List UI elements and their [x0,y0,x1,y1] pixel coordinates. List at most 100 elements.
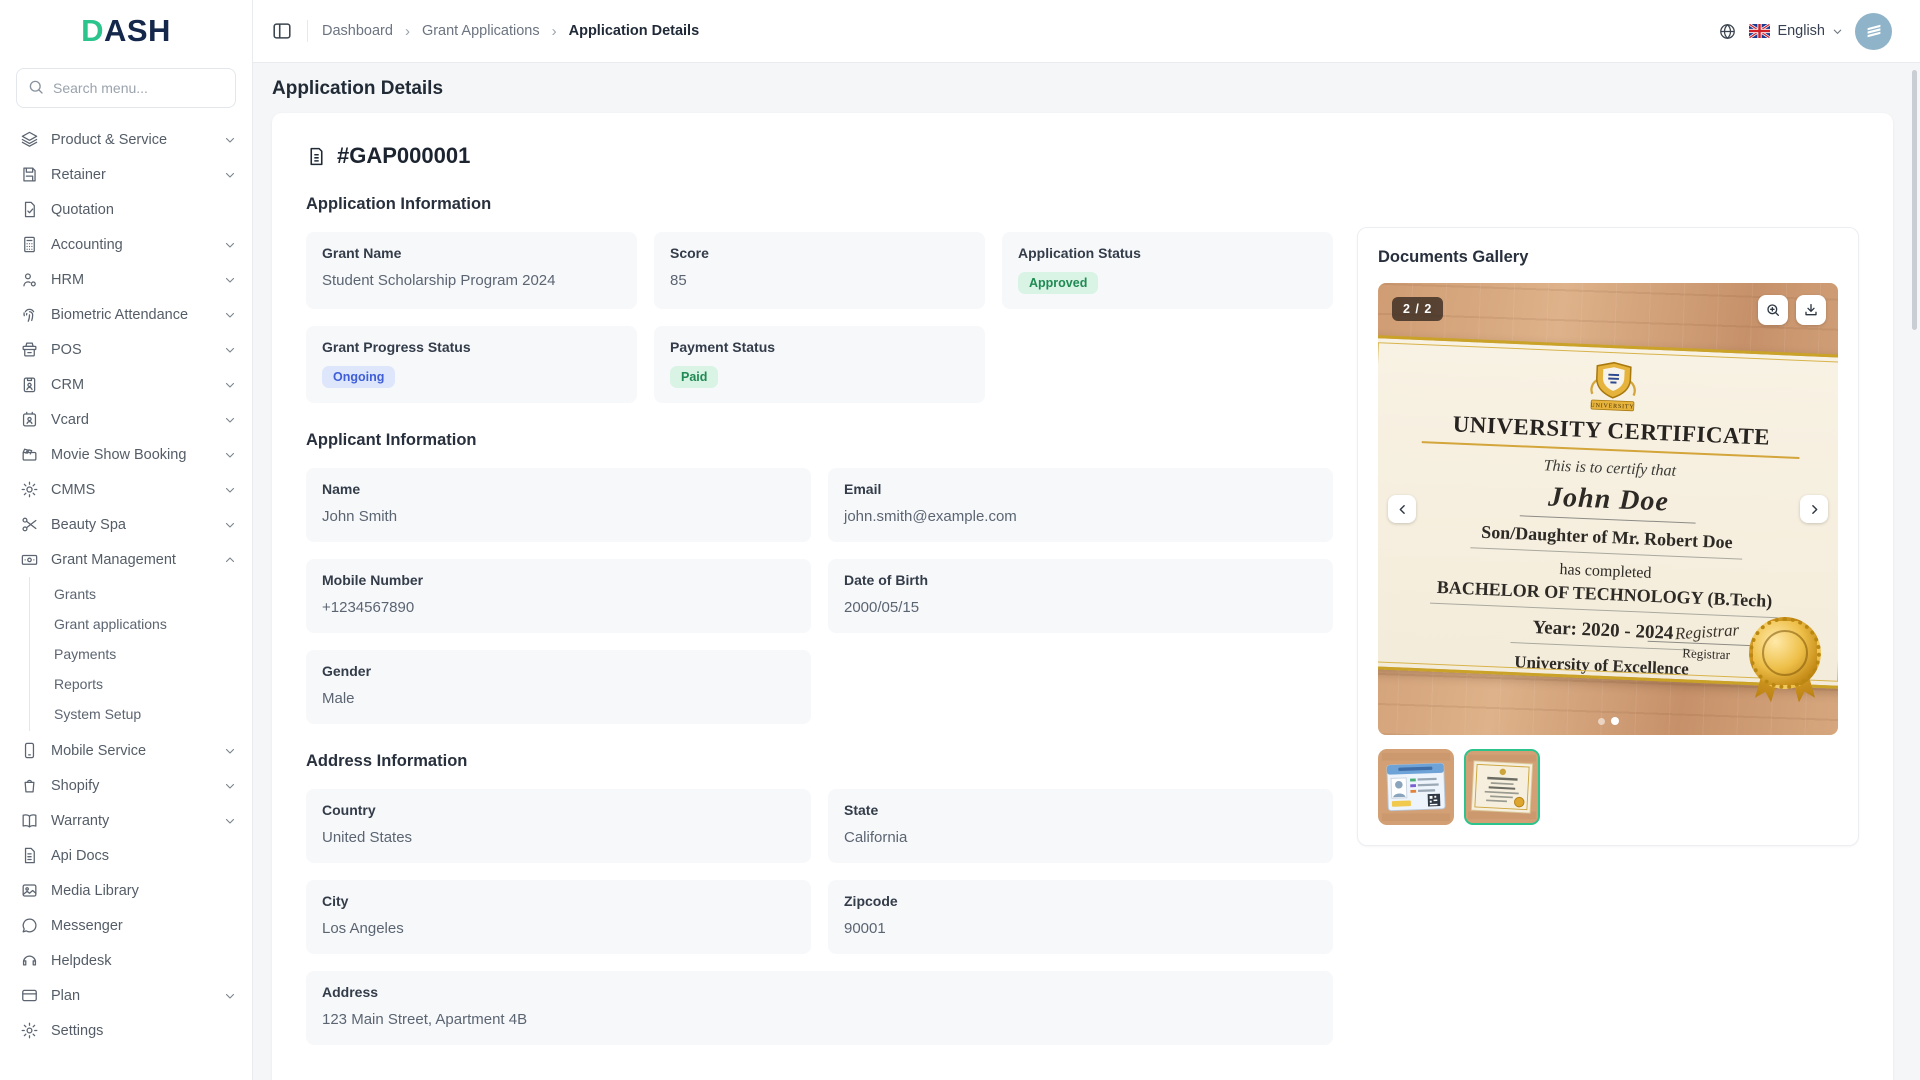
sidebar-item-label: Messenger [51,918,236,934]
sidebar-item-shopify[interactable]: Shopify [0,768,252,803]
contact-card-icon [20,410,39,429]
sidebar-item-label: Helpdesk [51,953,236,969]
sidebar-toggle-icon[interactable] [271,20,293,42]
avatar[interactable] [1855,13,1892,50]
field-value: Student Scholarship Program 2024 [322,272,621,289]
previous-image-button[interactable] [1388,495,1416,523]
document-icon [306,146,327,167]
sidebar-item-label: Shopify [51,778,212,794]
thumbnail-id-card-document[interactable] [1378,749,1454,825]
sidebar-item-beauty-spa[interactable]: Beauty Spa [0,507,252,542]
status-badge: Paid [670,366,718,388]
uk-flag-icon [1749,24,1770,38]
sidebar-item-product-service[interactable]: Product & Service [0,122,252,157]
carousel-dots [1378,717,1838,725]
status-badge: Approved [1018,272,1098,294]
field-date-of-birth: Date of Birth2000/05/15 [828,559,1333,633]
application-card-header: #GAP000001 [306,143,1859,169]
carousel-dot-2[interactable] [1611,717,1619,725]
breadcrumb-application-details: Application Details [569,23,700,39]
chevron-down-icon [1832,26,1843,37]
sidebar-item-vcard[interactable]: Vcard [0,402,252,437]
banknote-icon [20,550,39,569]
sidebar-item-label: Settings [51,1023,236,1039]
sidebar-item-messenger[interactable]: Messenger [0,908,252,943]
brand-logo[interactable]: DASH [0,0,252,62]
headset-icon [20,951,39,970]
sidebar-item-movie-show-booking[interactable]: Movie Show Booking [0,437,252,472]
register-icon [20,340,39,359]
section-heading: Address Information [306,752,1333,771]
sidebar-item-pos[interactable]: POS [0,332,252,367]
download-button[interactable] [1796,295,1826,325]
field-label: Score [670,245,969,261]
chevron-down-icon [224,344,236,356]
breadcrumb-grant-applications[interactable]: Grant Applications [422,23,540,39]
sidebar-item-media-library[interactable]: Media Library [0,873,252,908]
sidebar-item-cmms[interactable]: CMMS [0,472,252,507]
language-selector[interactable]: English [1749,23,1843,39]
application-id: #GAP000001 [337,143,470,169]
save-icon [20,165,39,184]
field-label: Gender [322,663,795,679]
sidebar-item-hrm[interactable]: HRM [0,262,252,297]
chevron-down-icon [224,169,236,181]
document-preview-image[interactable]: UNIVERSITY UNIVERSITY CERTIFICATE This i… [1378,283,1838,735]
scissors-icon [20,515,39,534]
chevron-down-icon [224,990,236,1002]
sidebar-item-retainer[interactable]: Retainer [0,157,252,192]
sidebar-item-helpdesk[interactable]: Helpdesk [0,943,252,978]
credit-card-icon [20,986,39,1005]
carousel-dot-1[interactable] [1598,718,1605,725]
field-score: Score85 [654,232,985,309]
sidebar-subitem-grants[interactable]: Grants [46,579,252,609]
image-icon [20,881,39,900]
topbar: Dashboard›Grant Applications›Application… [253,0,1920,63]
sidebar-search [16,68,236,108]
field-address: Address123 Main Street, Apartment 4B [306,971,1333,1045]
field-zipcode: Zipcode90001 [828,880,1333,954]
sidebar-item-label: Media Library [51,883,236,899]
sidebar-item-label: CRM [51,377,212,393]
sidebar-item-mobile-service[interactable]: Mobile Service [0,733,252,768]
section-heading: Application Information [306,195,1333,214]
sidebar-item-biometric-attendance[interactable]: Biometric Attendance [0,297,252,332]
globe-icon[interactable] [1718,22,1737,41]
field-grant-name: Grant NameStudent Scholarship Program 20… [306,232,637,309]
gallery-title: Documents Gallery [1378,248,1838,267]
calculator-icon [20,235,39,254]
field-value: Ongoing [322,366,621,388]
sidebar-item-settings[interactable]: Settings [0,1013,252,1048]
breadcrumb-dashboard[interactable]: Dashboard [322,23,393,39]
scrollbar[interactable] [1912,70,1917,330]
sidebar-item-crm[interactable]: CRM [0,367,252,402]
sidebar-item-quotation[interactable]: Quotation [0,192,252,227]
sidebar-subitem-grant-applications[interactable]: Grant applications [46,609,252,639]
search-input[interactable] [16,68,236,108]
chevron-down-icon [224,519,236,531]
sidebar: DASH Product & Service Retainer Quotatio… [0,0,253,1080]
zoom-in-button[interactable] [1758,295,1788,325]
sidebar-item-api-docs[interactable]: Api Docs [0,838,252,873]
section-application-information: Application Information Grant NameStudent… [306,195,1333,403]
sidebar-subitem-payments[interactable]: Payments [46,639,252,669]
sidebar-item-label: Api Docs [51,848,236,864]
sidebar-subitem-system-setup[interactable]: System Setup [46,699,252,729]
field-label: Date of Birth [844,572,1317,588]
field-country: CountryUnited States [306,789,811,863]
language-label: English [1777,23,1825,39]
next-image-button[interactable] [1800,495,1828,523]
chevron-down-icon [224,379,236,391]
thumbnail-certificate-document[interactable] [1464,749,1540,825]
page-content: Application Details #GAP000001 Applicati… [253,63,1920,1080]
sidebar-item-accounting[interactable]: Accounting [0,227,252,262]
sidebar-item-warranty[interactable]: Warranty [0,803,252,838]
main-area: Dashboard›Grant Applications›Application… [253,0,1920,1080]
sidebar-item-grant-management[interactable]: Grant Management [0,542,252,577]
divider [307,20,308,42]
sidebar-subitem-reports[interactable]: Reports [46,669,252,699]
sidebar-item-label: Plan [51,988,212,1004]
sidebar-item-plan[interactable]: Plan [0,978,252,1013]
sidebar-item-label: Warranty [51,813,212,829]
section-address-information: Address InformationCountryUnited StatesS… [306,752,1333,1045]
